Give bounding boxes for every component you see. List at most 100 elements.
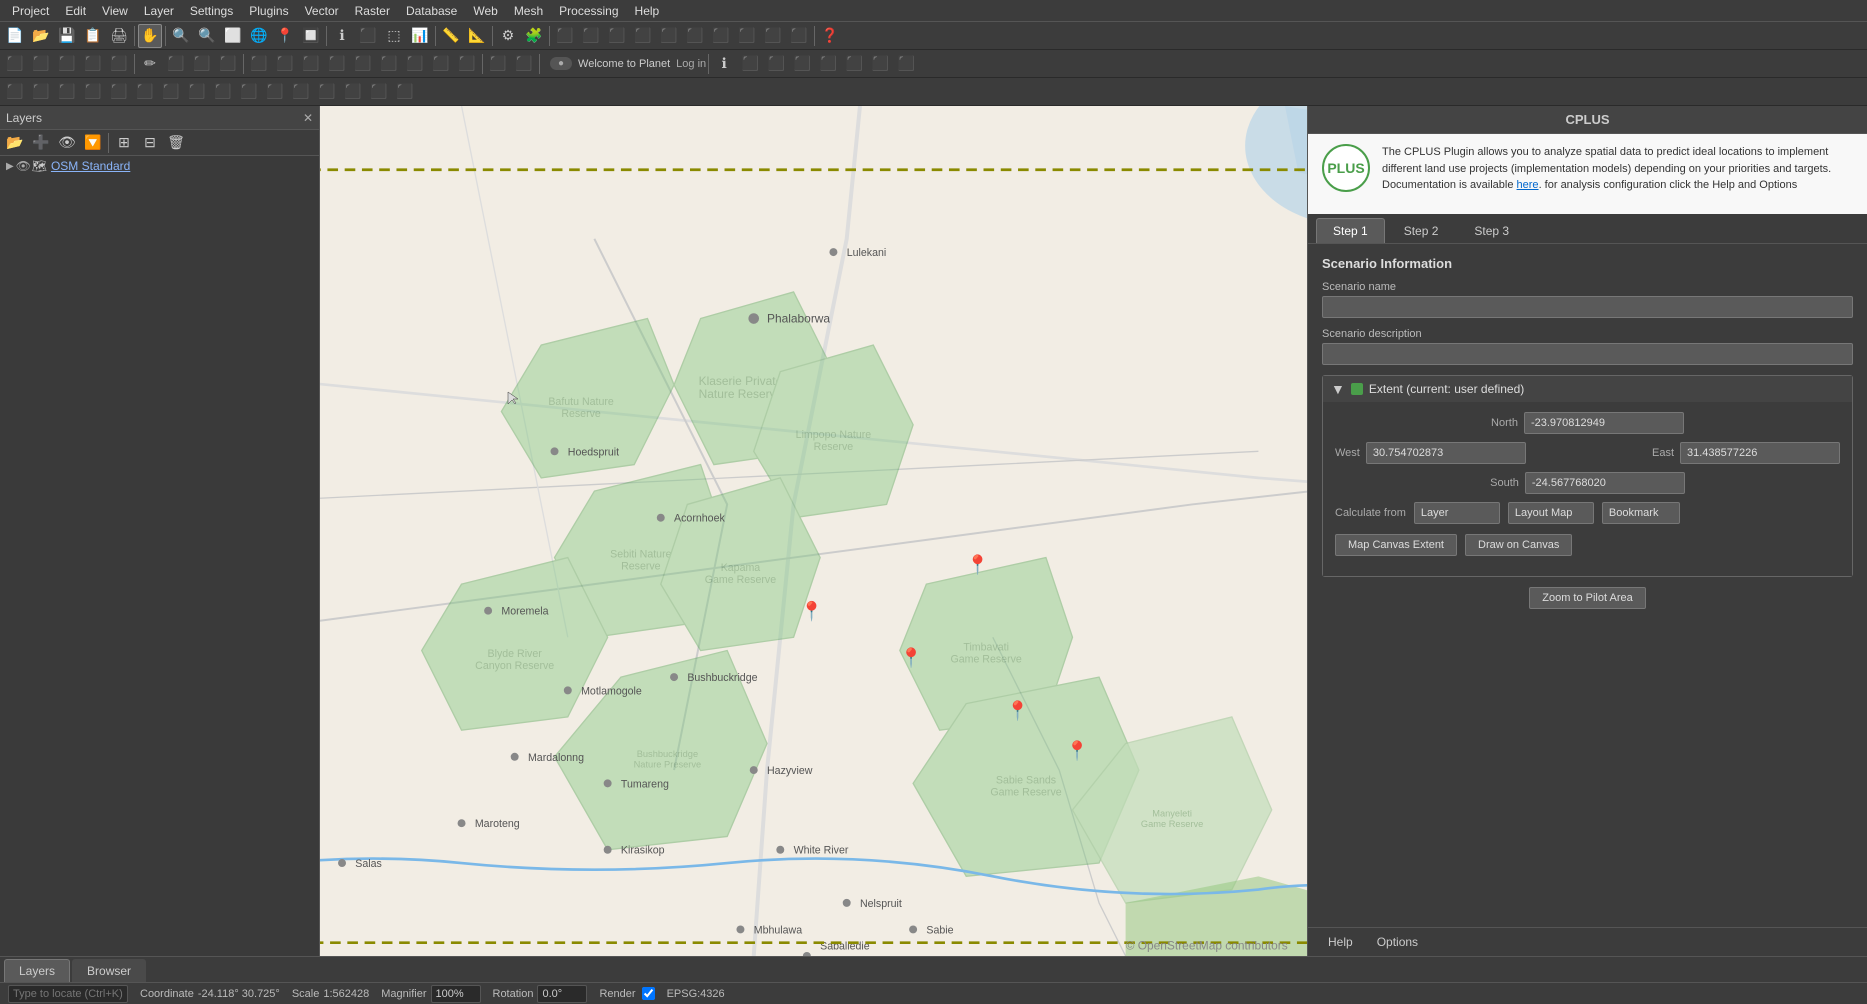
- tb2-11[interactable]: ⬛: [273, 52, 297, 76]
- tb-more-8[interactable]: ⬛: [735, 24, 759, 48]
- layers-tb-add[interactable]: ➕: [29, 131, 53, 155]
- tb2-24[interactable]: ⬛: [816, 52, 840, 76]
- tb3-9[interactable]: ⬛: [211, 80, 235, 104]
- tb3-6[interactable]: ⬛: [133, 80, 157, 104]
- tb-open-table[interactable]: 📊: [408, 24, 432, 48]
- north-input[interactable]: [1524, 412, 1684, 434]
- bottom-tab-browser[interactable]: Browser: [72, 959, 146, 982]
- draw-on-canvas-button[interactable]: Draw on Canvas: [1465, 534, 1572, 556]
- menu-layer[interactable]: Layer: [136, 4, 182, 18]
- tb3-2[interactable]: ⬛: [29, 80, 53, 104]
- tb2-info[interactable]: ℹ: [712, 52, 736, 76]
- tb2-1[interactable]: ⬛: [3, 52, 27, 76]
- tb-zoom-layer[interactable]: 📍: [273, 24, 297, 48]
- magnifier-input[interactable]: [431, 985, 481, 1003]
- tb-open[interactable]: 📂: [29, 24, 53, 48]
- tb3-5[interactable]: ⬛: [107, 80, 131, 104]
- zoom-to-pilot-button[interactable]: Zoom to Pilot Area: [1529, 587, 1646, 609]
- rotation-input[interactable]: [537, 985, 587, 1003]
- tb2-9[interactable]: ⬛: [216, 52, 240, 76]
- cplus-tab-step3[interactable]: Step 3: [1457, 218, 1526, 243]
- tb-more-7[interactable]: ⬛: [709, 24, 733, 48]
- tb-more-5[interactable]: ⬛: [657, 24, 681, 48]
- login-link[interactable]: Log in: [676, 58, 706, 70]
- tb-plugins[interactable]: 🧩: [522, 24, 546, 48]
- tb2-19[interactable]: ⬛: [486, 52, 510, 76]
- tb2-2[interactable]: ⬛: [29, 52, 53, 76]
- tb2-8[interactable]: ⬛: [190, 52, 214, 76]
- tb-more-4[interactable]: ⬛: [631, 24, 655, 48]
- tb2-5[interactable]: ⬛: [107, 52, 131, 76]
- layers-tb-remove[interactable]: 🗑: [164, 131, 188, 155]
- map-canvas-extent-button[interactable]: Map Canvas Extent: [1335, 534, 1457, 556]
- tb-more-1[interactable]: ⬛: [553, 24, 577, 48]
- tb-save-as[interactable]: 📋: [81, 24, 105, 48]
- tb3-10[interactable]: ⬛: [237, 80, 261, 104]
- tb2-25[interactable]: ⬛: [842, 52, 866, 76]
- tb2-18[interactable]: ⬛: [455, 52, 479, 76]
- menu-plugins[interactable]: Plugins: [241, 4, 296, 18]
- layers-panel-close[interactable]: ✕: [303, 111, 313, 125]
- scenario-name-input[interactable]: [1322, 296, 1853, 318]
- tb-more-10[interactable]: ⬛: [787, 24, 811, 48]
- tb2-12[interactable]: ⬛: [299, 52, 323, 76]
- menu-help[interactable]: Help: [627, 4, 668, 18]
- cplus-help-tab[interactable]: Help: [1316, 932, 1365, 952]
- menu-mesh[interactable]: Mesh: [506, 4, 551, 18]
- tb-zoom-selection[interactable]: 🔲: [299, 24, 323, 48]
- tb-zoom-full[interactable]: 🌐: [247, 24, 271, 48]
- tb-zoom-out[interactable]: 🔍: [195, 24, 219, 48]
- tb-zoom-in[interactable]: 🔍: [169, 24, 193, 48]
- tb2-26[interactable]: ⬛: [868, 52, 892, 76]
- tb2-20[interactable]: ⬛: [512, 52, 536, 76]
- tb3-15[interactable]: ⬛: [367, 80, 391, 104]
- tb-measure[interactable]: 📏: [439, 24, 463, 48]
- east-input[interactable]: [1680, 442, 1840, 464]
- layer-visibility-icon[interactable]: 👁: [16, 159, 30, 173]
- scenario-desc-input[interactable]: [1322, 343, 1853, 365]
- layout-map-dropdown[interactable]: Layout Map: [1508, 502, 1594, 524]
- layers-tb-open-layer[interactable]: 📂: [3, 131, 27, 155]
- west-input[interactable]: [1366, 442, 1526, 464]
- tb3-8[interactable]: ⬛: [185, 80, 209, 104]
- layer-item-osm[interactable]: ▶ 👁 🗺 OSM Standard: [0, 156, 319, 176]
- layers-tb-eye[interactable]: 👁: [55, 131, 79, 155]
- tb3-4[interactable]: ⬛: [81, 80, 105, 104]
- menu-vector[interactable]: Vector: [297, 4, 347, 18]
- tb-print[interactable]: 🖨: [107, 24, 131, 48]
- tb-select[interactable]: ⬛: [356, 24, 380, 48]
- tb2-10[interactable]: ⬛: [247, 52, 271, 76]
- extent-toggle-icon[interactable]: [1351, 383, 1363, 395]
- menu-database[interactable]: Database: [398, 4, 465, 18]
- tb-identify[interactable]: ℹ: [330, 24, 354, 48]
- tb3-3[interactable]: ⬛: [55, 80, 79, 104]
- tb2-4[interactable]: ⬛: [81, 52, 105, 76]
- tb2-17[interactable]: ⬛: [429, 52, 453, 76]
- tb2-21[interactable]: ⬛: [738, 52, 762, 76]
- tb3-14[interactable]: ⬛: [341, 80, 365, 104]
- tb2-27[interactable]: ⬛: [894, 52, 918, 76]
- menu-edit[interactable]: Edit: [57, 4, 94, 18]
- cplus-options-tab[interactable]: Options: [1365, 932, 1430, 952]
- tb3-12[interactable]: ⬛: [289, 80, 313, 104]
- tb3-11[interactable]: ⬛: [263, 80, 287, 104]
- tb2-7[interactable]: ⬛: [164, 52, 188, 76]
- tb-more-3[interactable]: ⬛: [605, 24, 629, 48]
- layer-dropdown[interactable]: Layer Layout Map Bookmark: [1414, 502, 1500, 524]
- tb2-15[interactable]: ⬛: [377, 52, 401, 76]
- south-input[interactable]: [1525, 472, 1685, 494]
- layers-tb-filter[interactable]: 🔽: [81, 131, 105, 155]
- tb3-7[interactable]: ⬛: [159, 80, 183, 104]
- cplus-tab-step2[interactable]: Step 2: [1387, 218, 1456, 243]
- tb2-22[interactable]: ⬛: [764, 52, 788, 76]
- menu-web[interactable]: Web: [465, 4, 505, 18]
- tb3-13[interactable]: ⬛: [315, 80, 339, 104]
- tb-new[interactable]: 📄: [3, 24, 27, 48]
- layers-tb-collapse[interactable]: ⊟: [138, 131, 162, 155]
- menu-processing[interactable]: Processing: [551, 4, 626, 18]
- bookmark-dropdown[interactable]: Bookmark: [1602, 502, 1680, 524]
- cplus-here-link[interactable]: here: [1517, 179, 1539, 191]
- menu-raster[interactable]: Raster: [347, 4, 398, 18]
- tb2-13[interactable]: ⬛: [325, 52, 349, 76]
- tb-save[interactable]: 💾: [55, 24, 79, 48]
